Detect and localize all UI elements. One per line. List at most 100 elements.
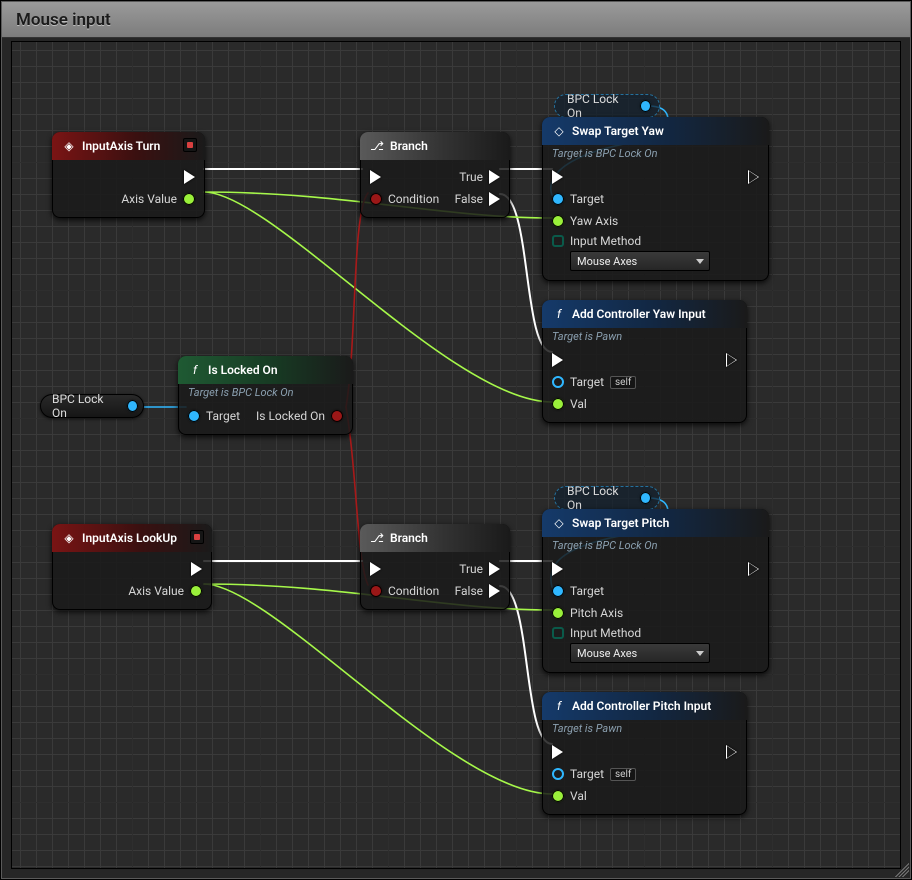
branch-icon: ⎇ [370,139,384,153]
node-header[interactable]: ◈ InputAxis Turn [52,132,205,160]
float-in-pin[interactable] [552,607,564,619]
node-title: Add Controller Yaw Input [572,307,706,321]
pin-label: Target [570,192,604,206]
pin-label: Yaw Axis [570,214,618,228]
enum-in-pin[interactable] [552,235,564,247]
comment-title-bar[interactable]: Mouse input [2,2,910,38]
exec-out-pin[interactable] [726,353,737,367]
pill-label: BPC Lock On [567,484,632,512]
float-in-pin[interactable] [552,215,564,227]
obj-in-pin[interactable] [552,193,564,205]
exec-in-pin[interactable] [552,562,563,576]
enum-select[interactable]: Mouse Axes [570,643,710,663]
node-swap-pitch[interactable]: ◇ Swap Target Pitch Target is BPC Lock O… [542,509,769,673]
node-is-locked-on[interactable]: f Is Locked On Target is BPC Lock On Tar… [178,356,353,435]
exec-out-pin[interactable] [184,170,195,184]
node-subtitle: Target is Pawn [542,328,747,343]
obj-out-pin[interactable] [640,100,651,112]
node-header[interactable]: f Add Controller Yaw Input [542,300,747,328]
bool-out-pin[interactable] [331,410,343,422]
node-title: Is Locked On [208,363,278,377]
obj-in-pin[interactable] [552,585,564,597]
node-branch-2[interactable]: ⎇ Branch True Condition False [360,524,510,610]
exec-true-pin[interactable] [489,170,500,184]
pin-label: Target [206,409,240,423]
pin-label: Axis Value [128,584,184,598]
pin-label: True [459,562,483,576]
exec-true-pin[interactable] [489,562,500,576]
node-swap-yaw[interactable]: ◇ Swap Target Yaw Target is BPC Lock On … [542,117,769,281]
node-subtitle: Target is BPC Lock On [542,145,769,160]
float-out-pin[interactable] [183,193,195,205]
obj-in-pin[interactable] [552,768,564,780]
node-title: Swap Target Yaw [572,124,664,138]
node-header[interactable]: ◇ Swap Target Yaw [542,117,769,145]
pin-label: Pitch Axis [570,606,623,620]
pin-label: Target [570,375,604,389]
node-inputaxis-turn[interactable]: ◈ InputAxis Turn Axis Value [52,132,205,218]
obj-out-pin[interactable] [127,400,138,412]
node-inputaxis-lookup[interactable]: ◈ InputAxis LookUp Axis Value [52,524,212,610]
exec-out-pin[interactable] [191,562,202,576]
self-box: self [610,376,636,389]
node-title: Branch [390,139,428,153]
node-title: InputAxis Turn [82,139,160,153]
enum-select[interactable]: Mouse Axes [570,251,710,271]
self-box: self [610,768,636,781]
exec-out-pin[interactable] [726,745,737,759]
float-out-pin[interactable] [190,585,202,597]
exec-out-pin[interactable] [748,170,759,184]
exec-in-pin[interactable] [552,745,563,759]
pin-label: Axis Value [121,192,177,206]
obj-in-pin[interactable] [552,376,564,388]
exec-in-pin[interactable] [370,170,381,184]
function-icon: f [552,307,566,321]
bool-in-pin[interactable] [370,585,382,597]
pin-label: Input Method [570,626,641,640]
exec-in-pin[interactable] [370,562,381,576]
enum-in-pin[interactable] [552,627,564,639]
float-in-pin[interactable] [552,398,564,410]
branch-icon: ⎇ [370,531,384,545]
node-add-pitch[interactable]: f Add Controller Pitch Input Target is P… [542,692,747,815]
exec-false-pin[interactable] [489,192,500,206]
enum-value: Mouse Axes [577,255,637,268]
exec-false-pin[interactable] [489,584,500,598]
pill-label: BPC Lock On [567,92,632,120]
link-pill-bpc-bottom[interactable]: BPC Lock On [554,486,660,510]
resize-handle[interactable] [895,863,909,877]
interface-icon: ◇ [552,516,566,530]
graph-canvas[interactable]: ◈ InputAxis Turn Axis Value ⎇ Branch Tru… [11,41,901,869]
node-header[interactable]: f Add Controller Pitch Input [542,692,747,720]
node-header[interactable]: ◈ InputAxis LookUp [52,524,212,552]
function-icon: f [552,699,566,713]
node-add-yaw[interactable]: f Add Controller Yaw Input Target is Paw… [542,300,747,423]
float-in-pin[interactable] [552,790,564,802]
event-icon: ◈ [62,531,76,545]
exec-in-pin[interactable] [552,353,563,367]
comment-title: Mouse input [16,10,111,30]
var-bpc-lock-on[interactable]: BPC Lock On [40,394,144,418]
node-subtitle: Target is Pawn [542,720,747,735]
pin-label: Val [570,789,587,803]
obj-in-pin[interactable] [188,410,200,422]
node-indicator [183,138,197,152]
node-title: Branch [390,531,428,545]
node-branch-1[interactable]: ⎇ Branch True Condition False [360,132,510,218]
bool-in-pin[interactable] [370,193,382,205]
interface-icon: ◇ [552,124,566,138]
event-icon: ◈ [62,139,76,153]
enum-value: Mouse Axes [577,647,637,660]
node-header[interactable]: f Is Locked On [178,356,353,384]
node-subtitle: Target is BPC Lock On [178,384,353,399]
node-header[interactable]: ⎇ Branch [360,524,510,552]
exec-out-pin[interactable] [748,562,759,576]
pin-label: Input Method [570,234,641,248]
pin-label: Target [570,767,604,781]
pin-label: True [459,170,483,184]
exec-in-pin[interactable] [552,170,563,184]
obj-out-pin[interactable] [640,492,651,504]
link-pill-bpc-top[interactable]: BPC Lock On [554,94,660,118]
node-header[interactable]: ⎇ Branch [360,132,510,160]
node-header[interactable]: ◇ Swap Target Pitch [542,509,769,537]
